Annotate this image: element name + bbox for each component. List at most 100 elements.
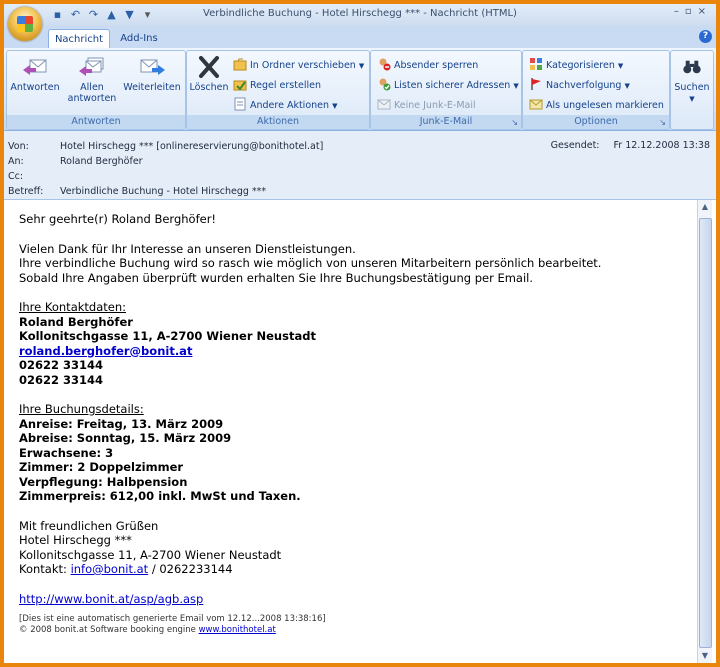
signature-email-link[interactable]: info@bonit.at xyxy=(71,562,149,576)
minimize-icon[interactable]: – xyxy=(674,6,685,17)
create-rule-button[interactable]: Regel erstellen xyxy=(233,77,321,93)
subject-value: Verbindliche Buchung - Hotel Hirschegg *… xyxy=(60,186,267,197)
reply-all-icon xyxy=(79,57,104,76)
redo-icon[interactable]: ↷ xyxy=(86,7,101,22)
binoculars-icon xyxy=(683,60,701,74)
mark-unread-label: Als ungelesen markieren xyxy=(546,100,664,111)
contact-email-link[interactable]: roland.berghofer@bonit.at xyxy=(19,344,192,358)
not-junk-button[interactable]: Keine Junk-E-Mail xyxy=(377,97,476,113)
customize-qat-icon[interactable]: ▾ xyxy=(140,7,155,22)
delete-button[interactable]: Löschen xyxy=(189,55,229,93)
signature-contact-prefix: Kontakt: xyxy=(19,562,71,576)
mark-unread-button[interactable]: Als ungelesen markieren xyxy=(529,97,664,113)
find-button[interactable]: Suchen ▼ xyxy=(673,55,711,105)
categorize-label: Kategorisieren xyxy=(546,60,615,71)
move-to-folder-label: In Ordner verschieben xyxy=(250,60,356,71)
tab-nachricht[interactable]: Nachricht xyxy=(48,29,110,49)
undo-icon[interactable]: ↶ xyxy=(68,7,83,22)
block-sender-label: Absender sperren xyxy=(394,60,479,71)
from-label: Von: xyxy=(8,141,29,152)
forward-icon xyxy=(140,59,165,75)
find-label: Suchen xyxy=(674,82,710,93)
dropdown-arrow-icon: ▼ xyxy=(513,82,519,90)
not-junk-icon xyxy=(377,99,391,110)
intro-line-3: Sobald Ihre Angaben überprüft wurden erh… xyxy=(19,270,534,285)
safe-senders-label: Listen sicherer Adressen xyxy=(394,80,511,91)
other-actions-label: Andere Aktionen xyxy=(250,100,330,111)
dialog-launcher-icon[interactable]: ↘ xyxy=(511,118,518,127)
to-row: An: Roland Berghöfer xyxy=(8,155,143,169)
contact-heading: Ihre Kontaktdaten: xyxy=(19,300,126,314)
subject-label: Betreff: xyxy=(8,186,44,197)
reply-button[interactable]: Antworten xyxy=(9,55,61,93)
scrollbar-thumb[interactable] xyxy=(699,218,712,648)
quick-access-toolbar: ▪ ↶ ↷ ▲ ▼ ▾ xyxy=(50,7,155,23)
booking-adults: Erwachsene: 3 xyxy=(19,445,114,460)
agb-link[interactable]: http://www.bonit.at/asp/agb.asp xyxy=(19,592,203,606)
other-actions-icon xyxy=(234,97,246,111)
group-optionen: Kategorisieren ▼ Nachverfolgung ▼ Als un… xyxy=(522,50,670,130)
dialog-launcher-icon[interactable]: ↘ xyxy=(659,118,666,127)
group-junk-email: Absender sperren Listen sicherer Adresse… xyxy=(370,50,522,130)
next-item-icon[interactable]: ▼ xyxy=(122,7,137,22)
block-sender-button[interactable]: Absender sperren xyxy=(377,57,478,73)
maximize-icon[interactable]: ▫ xyxy=(685,6,698,17)
booking-rooms: Zimmer: 2 Doppelzimmer xyxy=(19,460,184,474)
group-aktionen: Löschen In Ordner verschieben ▼ Regel er… xyxy=(186,50,370,130)
from-row: Von: Hotel Hirschegg *** [onlinereservier… xyxy=(8,140,323,154)
mark-unread-icon xyxy=(529,99,543,110)
cc-row: Cc: xyxy=(8,170,60,184)
from-value[interactable]: Hotel Hirschegg *** [onlinereservierung@… xyxy=(60,141,323,152)
previous-item-icon[interactable]: ▲ xyxy=(104,7,119,22)
help-icon[interactable]: ? xyxy=(699,30,712,43)
other-actions-button[interactable]: Andere Aktionen ▼ xyxy=(233,97,337,113)
move-to-folder-button[interactable]: In Ordner verschieben ▼ xyxy=(233,57,364,73)
to-label: An: xyxy=(8,156,24,167)
scroll-up-icon[interactable]: ▲ xyxy=(698,200,712,214)
cc-label: Cc: xyxy=(8,171,24,182)
sent-info: Gesendet: Fr 12.12.2008 13:38 xyxy=(551,140,710,151)
message-content: Sehr geehrte(r) Roland Berghöfer! Vielen… xyxy=(19,212,679,636)
ribbon: Antworten Allen antworten Weiterleiten A… xyxy=(4,48,716,131)
tab-add-ins[interactable]: Add-Ins xyxy=(114,29,164,48)
group-suchen: Suchen ▼ xyxy=(670,50,714,130)
contact-name: Roland Berghöfer xyxy=(19,314,133,329)
not-junk-label: Keine Junk-E-Mail xyxy=(394,100,476,111)
reply-all-label-2: antworten xyxy=(67,93,117,104)
vertical-scrollbar[interactable]: ▲ ▼ xyxy=(697,200,712,663)
closing: Mit freundlichen Grüßen xyxy=(19,518,159,533)
forward-button[interactable]: Weiterleiten xyxy=(121,55,183,93)
group-label-aktionen: Aktionen xyxy=(187,115,369,129)
booking-board: Verpflegung: Halbpension xyxy=(19,474,188,489)
create-rule-label: Regel erstellen xyxy=(250,80,321,91)
flag-icon xyxy=(531,78,541,90)
outlook-message-window: Verbindliche Buchung - Hotel Hirschegg *… xyxy=(4,4,716,663)
booking-departure: Abreise: Sonntag, 15. März 2009 xyxy=(19,431,232,445)
sent-label: Gesendet: xyxy=(550,140,600,151)
office-logo-icon xyxy=(17,16,33,32)
bonithotel-link[interactable]: www.bonithotel.at xyxy=(199,625,276,635)
ribbon-tab-bar: Nachricht Add-Ins ? xyxy=(4,26,716,49)
dropdown-arrow-icon: ▼ xyxy=(358,62,365,70)
reply-label: Antworten xyxy=(10,82,60,93)
safe-senders-button[interactable]: Listen sicherer Adressen ▼ xyxy=(377,77,519,93)
follow-up-label: Nachverfolgung xyxy=(546,80,622,91)
title-bar: Verbindliche Buchung - Hotel Hirschegg *… xyxy=(4,4,716,26)
close-icon[interactable]: × xyxy=(698,6,712,17)
contact-phone-1: 02622 33144 xyxy=(19,358,104,372)
signature-address: Kollonitschgasse 11, A-2700 Wiener Neust… xyxy=(19,547,282,562)
booking-heading: Ihre Buchungsdetails: xyxy=(19,402,144,416)
group-label-antworten: Antworten xyxy=(7,115,185,129)
scroll-down-icon[interactable]: ▼ xyxy=(698,649,712,663)
office-button[interactable] xyxy=(8,7,42,41)
save-icon[interactable]: ▪ xyxy=(50,7,65,22)
reply-all-button[interactable]: Allen antworten xyxy=(63,55,121,104)
categorize-button[interactable]: Kategorisieren ▼ xyxy=(529,57,623,73)
contact-address: Kollonitschgasse 11, A-2700 Wiener Neust… xyxy=(19,329,316,343)
booking-arrival: Anreise: Freitag, 13. März 2009 xyxy=(19,416,224,431)
follow-up-button[interactable]: Nachverfolgung ▼ xyxy=(529,77,630,93)
auto-generated-note: [Dies ist eine automatisch generierte Em… xyxy=(19,614,326,624)
categorize-icon xyxy=(530,58,542,70)
to-value[interactable]: Roland Berghöfer xyxy=(60,156,143,167)
move-folder-icon xyxy=(233,58,247,71)
